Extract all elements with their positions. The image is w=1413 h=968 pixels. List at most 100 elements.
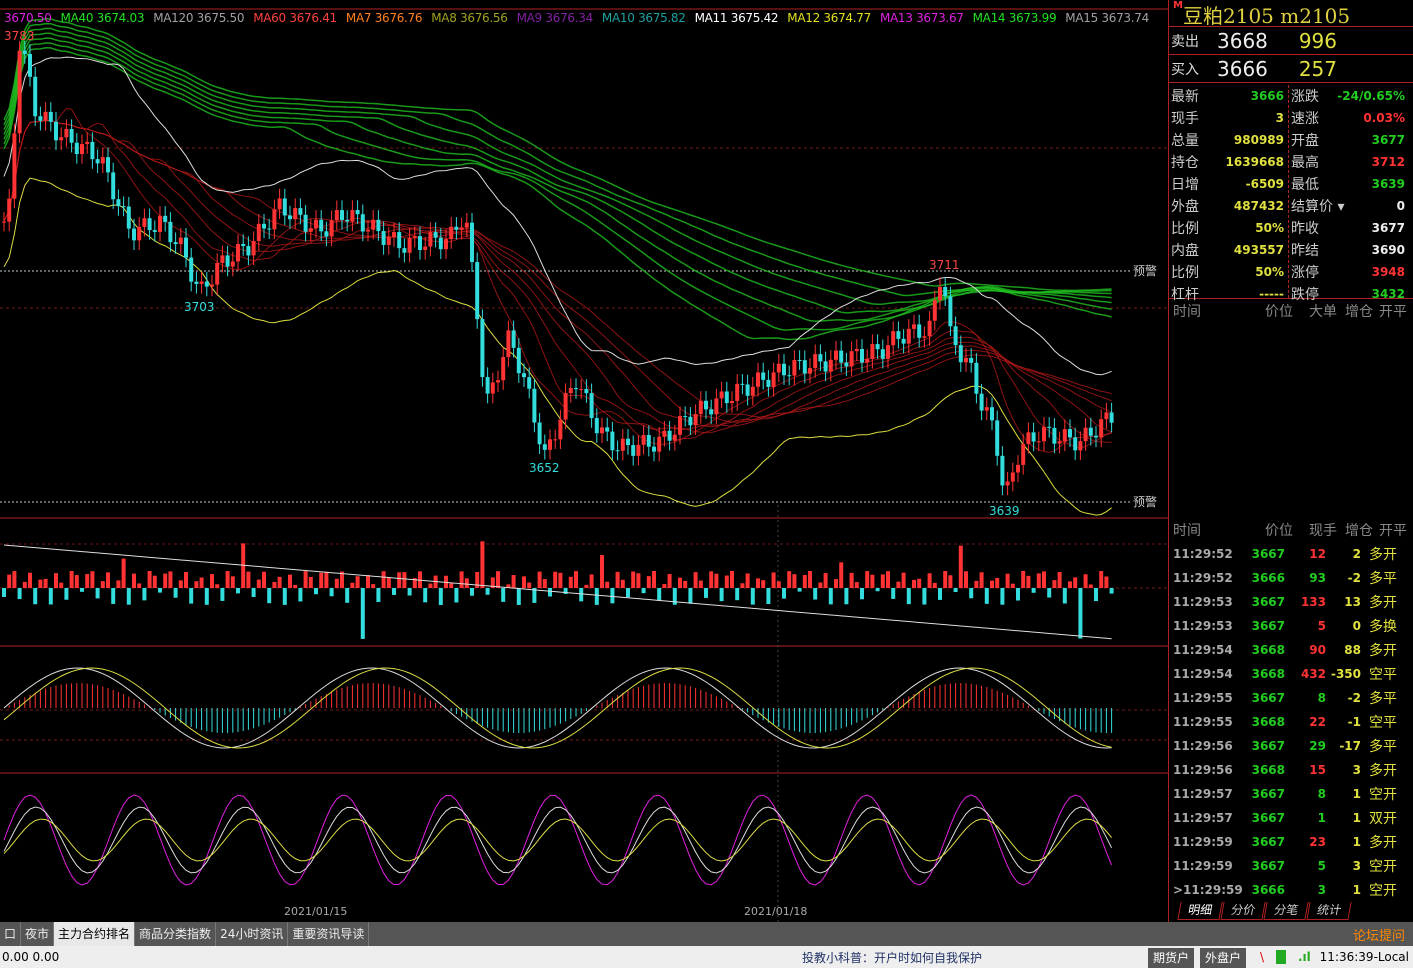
candle-body bbox=[1000, 455, 1005, 486]
right-tab[interactable]: 统计 bbox=[1306, 902, 1352, 920]
volume-bar bbox=[428, 583, 433, 588]
bottom-tab[interactable]: 主力合约排名 bbox=[54, 922, 136, 946]
volume-bar bbox=[158, 588, 162, 593]
price-label: 3703 bbox=[184, 300, 215, 314]
candle-body bbox=[740, 383, 745, 385]
tick-cell: 11:29:56 bbox=[1173, 739, 1233, 753]
edu-tip-link[interactable]: 投教小科普：开户时如何自我保护 bbox=[802, 949, 982, 966]
volume-bar bbox=[407, 588, 412, 596]
bottom-tab[interactable]: 夜市 bbox=[21, 922, 55, 946]
volume-bar bbox=[1016, 588, 1020, 601]
volume-bar bbox=[678, 577, 682, 588]
tick-cell: 11:29:54 bbox=[1173, 643, 1233, 657]
tick-cell: 多开 bbox=[1369, 763, 1397, 779]
volume-bar bbox=[615, 571, 620, 588]
volume-bar bbox=[1005, 573, 1010, 588]
volume-bar bbox=[251, 588, 256, 598]
ma-legend-item: MA8 3676.56 bbox=[431, 11, 508, 25]
forum-link[interactable]: 论坛提问 bbox=[1353, 925, 1405, 944]
volume-bar bbox=[116, 580, 121, 588]
candle-body bbox=[147, 218, 152, 231]
candle-body bbox=[719, 391, 724, 399]
volume-bar bbox=[527, 582, 532, 588]
stat-row: 最高 3712 bbox=[1289, 151, 1409, 173]
bottom-tab[interactable]: 商品分类指数 bbox=[135, 922, 217, 946]
bottom-tab[interactable]: 口 bbox=[0, 922, 22, 946]
candle-body bbox=[922, 336, 927, 338]
candle-body bbox=[558, 419, 563, 440]
stat-label: 速涨 bbox=[1291, 111, 1319, 127]
volume-bar bbox=[1088, 584, 1093, 588]
candle-body bbox=[641, 434, 646, 445]
volume-bar bbox=[813, 588, 818, 600]
candle-body bbox=[69, 129, 74, 143]
stat-row: 现手 3 bbox=[1169, 107, 1288, 129]
candle-body bbox=[776, 363, 781, 373]
tick-cell: 11:29:52 bbox=[1173, 571, 1233, 585]
stat-value: 980989 bbox=[1233, 133, 1284, 147]
candle-body bbox=[750, 386, 755, 396]
volume-bar bbox=[740, 583, 745, 588]
volume-bar bbox=[501, 588, 506, 602]
futures-account-button[interactable]: 期货户 bbox=[1148, 948, 1195, 968]
tick-row: 11:29:55 3668 22 -1 空平 bbox=[1169, 710, 1413, 734]
kline-chart[interactable]: 37833703365237113639预警预警 bbox=[0, 0, 1168, 922]
tick-list[interactable]: 时间 价位 现手 增仓 开平 11:29:52 3667 12 2 多开 11:29:52 3666… bbox=[1169, 518, 1413, 902]
ma-legend-item: MA7 3676.76 bbox=[345, 11, 423, 25]
price-label: 预警 bbox=[1133, 263, 1157, 278]
column-header: 增仓 bbox=[1345, 304, 1373, 320]
volume-bar bbox=[984, 588, 989, 604]
right-tab[interactable]: 分价 bbox=[1220, 902, 1266, 920]
volume-bar bbox=[194, 581, 199, 588]
tick-cell: 多平 bbox=[1369, 739, 1397, 755]
tick-row: 11:29:57 3667 8 1 空开 bbox=[1169, 782, 1413, 806]
volume-bar bbox=[355, 576, 360, 588]
candle-body bbox=[782, 363, 786, 376]
price-label: 3639 bbox=[989, 504, 1020, 518]
bottom-tab[interactable]: 24小时资讯 bbox=[216, 922, 289, 946]
volume-bar bbox=[974, 580, 979, 588]
tick-cell: 空开 bbox=[1369, 883, 1397, 899]
right-tab[interactable]: 分笔 bbox=[1263, 902, 1309, 920]
candle-body bbox=[194, 281, 199, 284]
volume-bar bbox=[735, 588, 740, 601]
candle-body bbox=[142, 218, 147, 227]
volume-bar bbox=[1021, 571, 1026, 588]
tick-cell: 空开 bbox=[1369, 859, 1397, 875]
candle-body bbox=[1099, 419, 1104, 438]
right-tab[interactable]: 明细 bbox=[1177, 902, 1223, 920]
ma-legend-item: MA9 3676.34 bbox=[516, 11, 594, 25]
stat-value: 3 bbox=[1275, 111, 1284, 125]
volume-bar bbox=[288, 574, 292, 588]
tick-cell: 3668 bbox=[1251, 667, 1285, 681]
volume-bar bbox=[620, 579, 625, 588]
volume-bar bbox=[589, 574, 594, 588]
tick-row: >11:29:59 3666 3 1 空开 bbox=[1169, 878, 1413, 902]
volume-bar bbox=[958, 545, 963, 588]
tick-row: 11:29:56 3667 29 -17 多平 bbox=[1169, 734, 1413, 758]
volume-bar bbox=[1031, 588, 1036, 593]
volume-bar bbox=[579, 588, 584, 602]
candle-body bbox=[308, 228, 313, 232]
tick-cell: 88 bbox=[1344, 643, 1361, 657]
status-bar: 0.00 0.00 投教小科普：开户时如何自我保护 期货户 外盘户 \ .ıl … bbox=[0, 946, 1413, 968]
candle-body bbox=[787, 375, 792, 377]
volume-bar bbox=[267, 588, 272, 604]
volume-bar bbox=[511, 575, 516, 588]
stat-row: 外盘 487432 bbox=[1169, 195, 1288, 217]
volume-bar bbox=[173, 588, 178, 598]
candle-body bbox=[59, 137, 64, 141]
stat-label: 现手 bbox=[1171, 111, 1199, 127]
bid-qty: 257 bbox=[1298, 56, 1337, 81]
bottom-tab[interactable]: 重要资讯导读 bbox=[288, 922, 370, 946]
candle-body bbox=[412, 236, 417, 238]
foreign-account-button[interactable]: 外盘户 bbox=[1200, 948, 1247, 968]
stat-row: 最低 3639 bbox=[1289, 173, 1409, 195]
stat-label: 比例 bbox=[1171, 221, 1199, 237]
candle-body bbox=[345, 219, 350, 222]
volume-bar bbox=[111, 588, 116, 604]
volume-bar bbox=[454, 588, 459, 603]
volume-bar bbox=[797, 588, 802, 592]
candle-body bbox=[927, 320, 932, 337]
volume-bar bbox=[324, 571, 329, 588]
